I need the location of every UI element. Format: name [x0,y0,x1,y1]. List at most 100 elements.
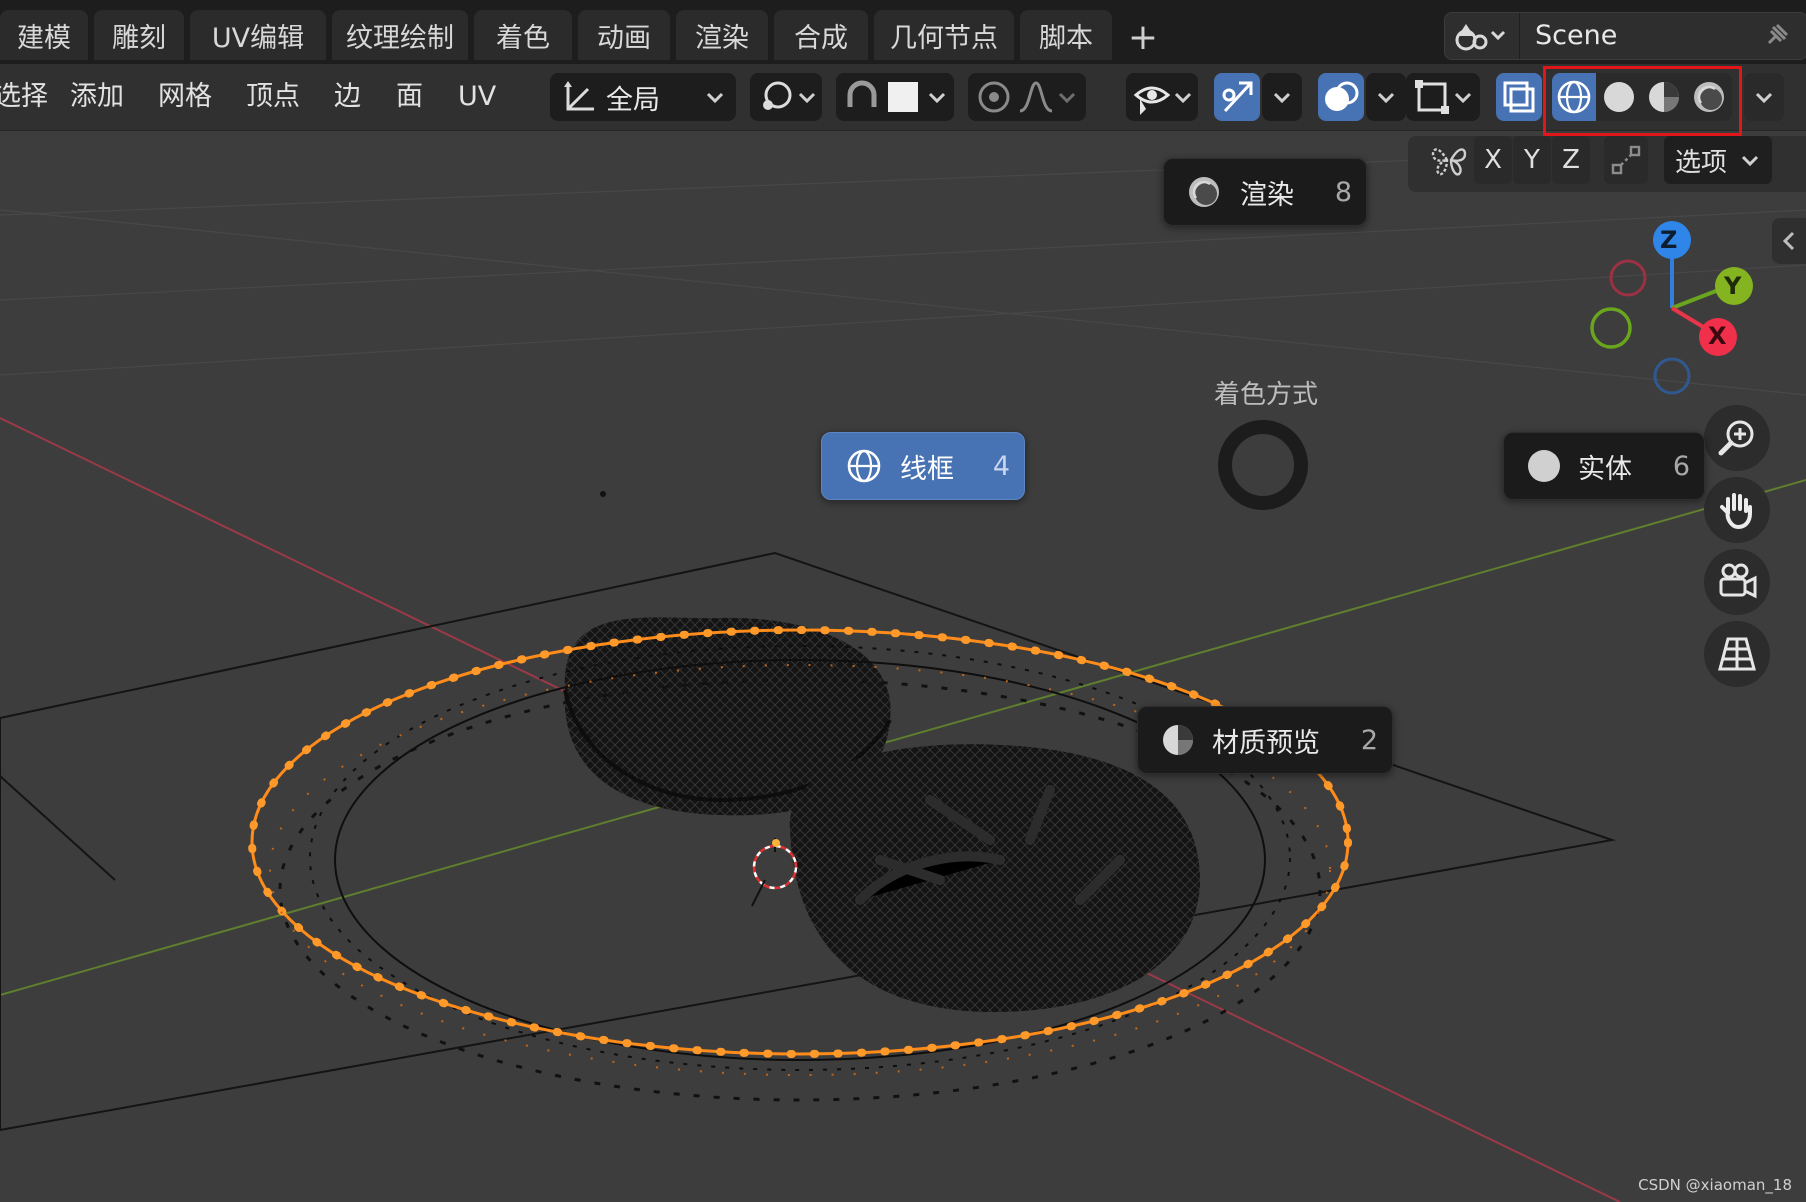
tab-scripting[interactable]: 脚本 [1020,10,1112,60]
sidebar-toggle-tab[interactable] [1772,218,1806,264]
menu-face[interactable]: 面 [396,64,423,130]
pin-icon[interactable] [1761,21,1791,51]
scene-name-field[interactable]: Scene [1535,13,1617,59]
camera-icon [1719,563,1757,599]
tab-uv-editing[interactable]: UV编辑 [190,10,326,60]
camera-view-button[interactable] [1704,549,1770,615]
option-label: 渲染 [1240,179,1294,211]
xray-icon [1503,81,1535,113]
add-workspace-button[interactable]: + [1118,14,1168,60]
chevron-down-icon [1755,92,1773,104]
proportional-editing-group[interactable] [968,73,1086,121]
mesh-edit-overlays-dropdown[interactable] [1406,73,1480,121]
option-shortcut: 8 [1334,176,1352,208]
3d-viewport[interactable] [0,131,1806,1202]
gizmo-icon [1222,81,1253,113]
tab-label: 渲染 [695,22,749,54]
snap-magnet-icon[interactable] [840,77,884,117]
topology-mirror-button[interactable] [1604,136,1648,184]
tab-texture-paint[interactable]: 纹理绘制 [332,10,468,60]
shading-modes-highlight-box [1543,66,1742,136]
scene-icon [1455,24,1506,51]
tab-label: 脚本 [1039,22,1093,54]
transform-orientation-dropdown[interactable]: 全局 [550,73,736,121]
projection-toggle-button[interactable] [1704,621,1770,687]
butterfly-icon [1431,148,1467,176]
proportional-edit-icon[interactable] [972,77,1016,117]
tab-modeling[interactable]: 建模 [0,10,88,60]
grid-perspective-icon [1718,637,1756,671]
tab-geometry-nodes[interactable]: 几何节点 [874,10,1014,60]
menu-vertex[interactable]: 顶点 [246,64,300,130]
orientation-value: 全局 [606,84,660,116]
rendered-sphere-icon [1189,177,1219,207]
options-dropdown[interactable]: 选项 [1664,136,1772,184]
mirror-z-toggle[interactable]: Z [1552,136,1590,184]
tab-label: 几何节点 [890,22,998,54]
xray-toggle-button[interactable] [1496,73,1542,121]
tab-animation[interactable]: 动画 [578,10,670,60]
option-label: 线框 [900,453,954,485]
option-shortcut: 6 [1672,450,1690,482]
zoom-button[interactable] [1704,405,1770,471]
chevron-down-icon [1377,92,1395,104]
falloff-curve-icon[interactable] [1016,77,1056,117]
pie-rendered-option[interactable]: 渲染 8 [1163,158,1367,226]
tab-label: 动画 [597,22,651,54]
topology-icon [1611,145,1641,175]
donut-front [789,744,1200,1013]
tab-compositing[interactable]: 合成 [774,10,868,60]
option-shortcut: 4 [992,450,1010,482]
chevron-down-icon [928,92,946,104]
gizmo-z-label: Z [1660,226,1678,254]
pie-menu-center [1218,420,1308,510]
eye-icon [1133,86,1171,115]
chevron-down-icon [1273,92,1291,104]
gizmo-neg-y[interactable] [1590,307,1632,349]
option-label: 材质预览 [1212,727,1320,759]
wireframe-sphere-icon [847,449,881,483]
shading-options-dropdown[interactable] [1744,73,1784,121]
menu-mesh[interactable]: 网格 [158,64,212,130]
mesh-symmetry-button[interactable] [1424,136,1474,184]
snapping-group[interactable] [836,73,954,121]
mirror-y-toggle[interactable]: Y [1513,136,1551,184]
menu-edge[interactable]: 边 [334,64,361,130]
tab-label: 纹理绘制 [346,22,454,54]
pan-button[interactable] [1704,477,1770,543]
menu-uv[interactable]: UV [458,64,496,130]
pivot-point-dropdown[interactable] [750,73,822,121]
overlays-dropdown[interactable] [1366,73,1406,121]
menu-add[interactable]: 添加 [70,64,124,130]
gizmo-neg-x[interactable] [1609,259,1647,297]
selectability-visibility-dropdown[interactable] [1126,73,1198,121]
snap-target-icon[interactable] [888,82,918,112]
pie-solid-option[interactable]: 实体 6 [1503,432,1705,500]
tab-rendering[interactable]: 渲染 [676,10,768,60]
overlays-icon [1325,81,1359,111]
option-shortcut: 2 [1360,724,1378,756]
gizmo-x-label: X [1708,322,1727,350]
solid-sphere-icon [1528,450,1560,482]
overlays-toggle-button[interactable] [1318,73,1364,121]
scene-browse-button[interactable] [1445,13,1520,59]
pie-wireframe-option[interactable]: 线框 4 [821,432,1025,500]
tab-shading[interactable]: 着色 [474,10,572,60]
workspace-tab-bar: 建模 雕刻 UV编辑 纹理绘制 着色 动画 渲染 合成 几何节点 脚本 + Sc… [0,0,1806,64]
chevron-left-icon [1782,231,1795,251]
tab-sculpting[interactable]: 雕刻 [94,10,184,60]
viewport-header: 选择 添加 网格 顶点 边 面 UV 全局 [0,64,1806,131]
chevron-down-icon [1174,92,1192,104]
chevron-down-icon [1058,92,1076,104]
pie-material-preview-option[interactable]: 材质预览 2 [1137,706,1393,774]
mesh-edit-icon [1415,80,1449,114]
gizmo-neg-z[interactable] [1653,357,1691,395]
pivot-icon [763,81,792,110]
gizmo-toggle-button[interactable] [1214,73,1260,121]
mirror-x-toggle[interactable]: X [1474,136,1512,184]
gizmo-options-dropdown[interactable] [1262,73,1302,121]
material-sphere-icon [1163,725,1193,755]
tab-label: 建模 [17,22,71,54]
menu-select[interactable]: 选择 [0,64,48,130]
scene-selector[interactable]: Scene [1444,12,1806,60]
